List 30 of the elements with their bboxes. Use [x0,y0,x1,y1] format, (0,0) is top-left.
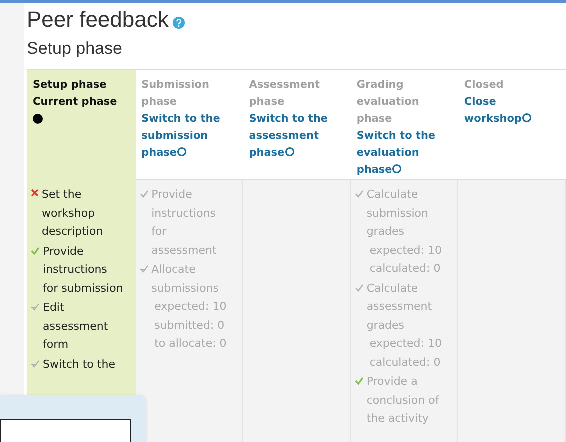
switch-phase-link[interactable]: Close workshop [464,94,560,128]
task-label: Provide instructions for submission [43,244,124,296]
task-label: Set the workshop description [42,187,104,240]
switch-phase-link[interactable]: Switch to the evaluation phase [356,128,452,179]
circle-icon [284,147,295,157]
current-phase-label: Current phase [33,95,118,110]
task-label: Provide a conclusion of the activity [366,374,440,427]
task-detail: expected: 10 [154,299,228,315]
help-icon[interactable] [172,17,185,29]
phase-title: Closed [464,78,505,93]
task-label: Switch to the [43,356,116,372]
task-detail: expected: 10 [368,242,443,258]
task-label: Provide instructions for assessment [152,187,218,258]
phase-title: Grading evaluation phase [356,78,420,127]
switch-phase-link[interactable]: Switch to the assessment phase [249,111,345,162]
task-detail: to allocate: 0 [154,336,228,352]
task-detail: expected: 10 [368,336,443,352]
phase-title: Setup phase [33,78,108,93]
task-label: Edit assessment form [43,300,110,353]
switch-phase-link[interactable]: Switch to the submission phase [142,111,238,162]
task-detail: calculated: 0 [368,261,442,277]
page-title: Peer feedback [27,6,169,34]
task-detail: submitted: 0 [154,318,226,334]
phase-heading: Setup phase [27,38,124,60]
circle-icon [392,164,402,174]
phase-title: Submission phase [142,78,210,110]
task-detail: calculated: 0 [368,354,442,370]
circle-icon [177,147,188,157]
circle-icon [522,113,532,123]
phase-title: Assessment phase [249,78,322,110]
